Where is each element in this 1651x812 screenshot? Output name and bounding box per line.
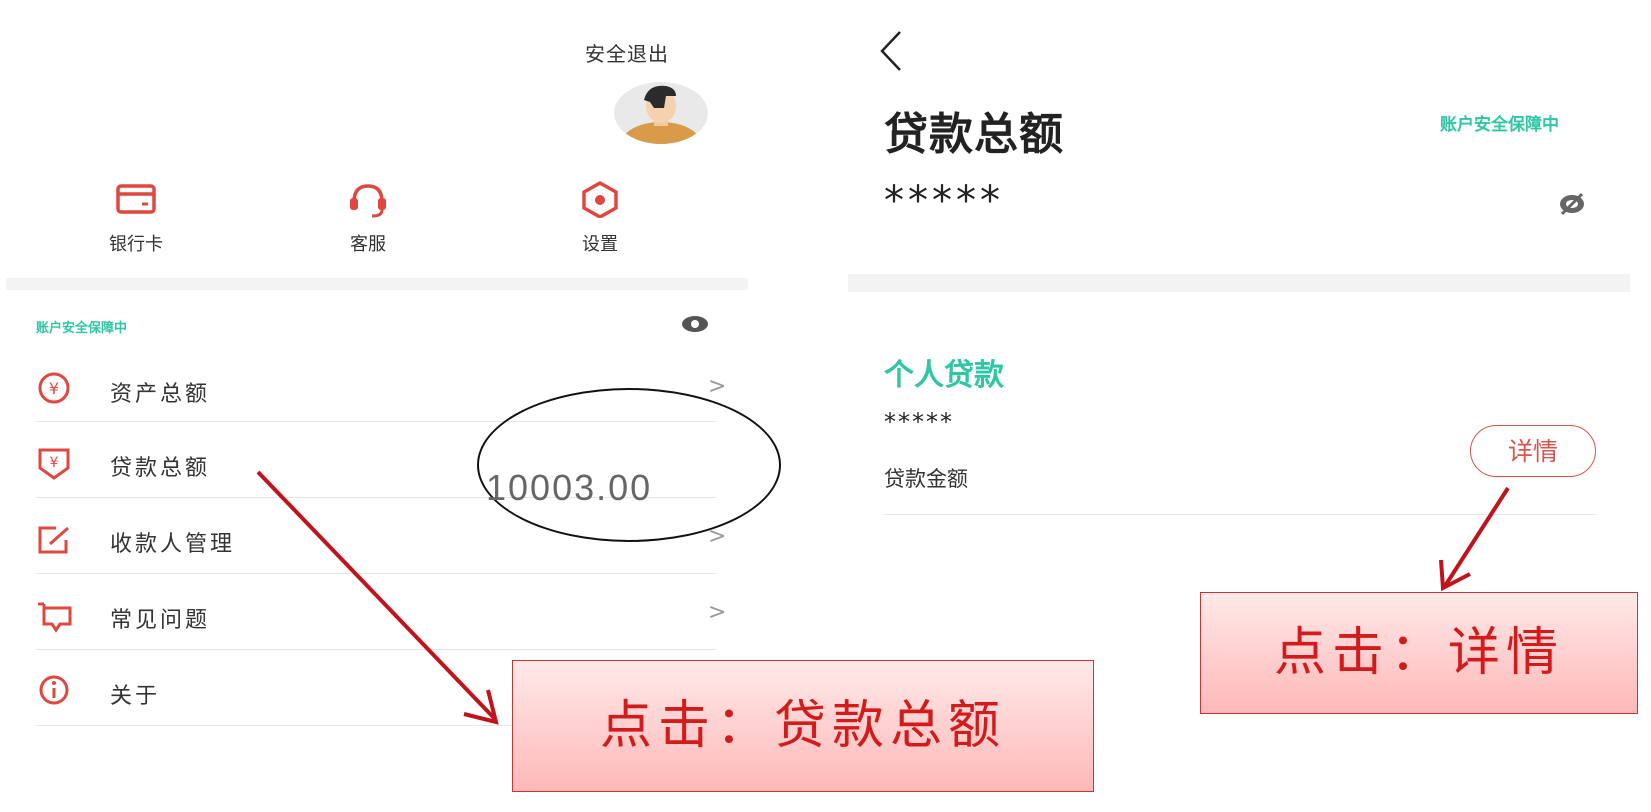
callout-click-detail: 点击：详情 bbox=[1200, 592, 1638, 714]
callout-click-loan: 点击：贷款总额 bbox=[512, 660, 1094, 792]
arrow-from-detail-callout bbox=[1443, 486, 1510, 588]
arrow-to-loan-callout bbox=[256, 470, 496, 720]
